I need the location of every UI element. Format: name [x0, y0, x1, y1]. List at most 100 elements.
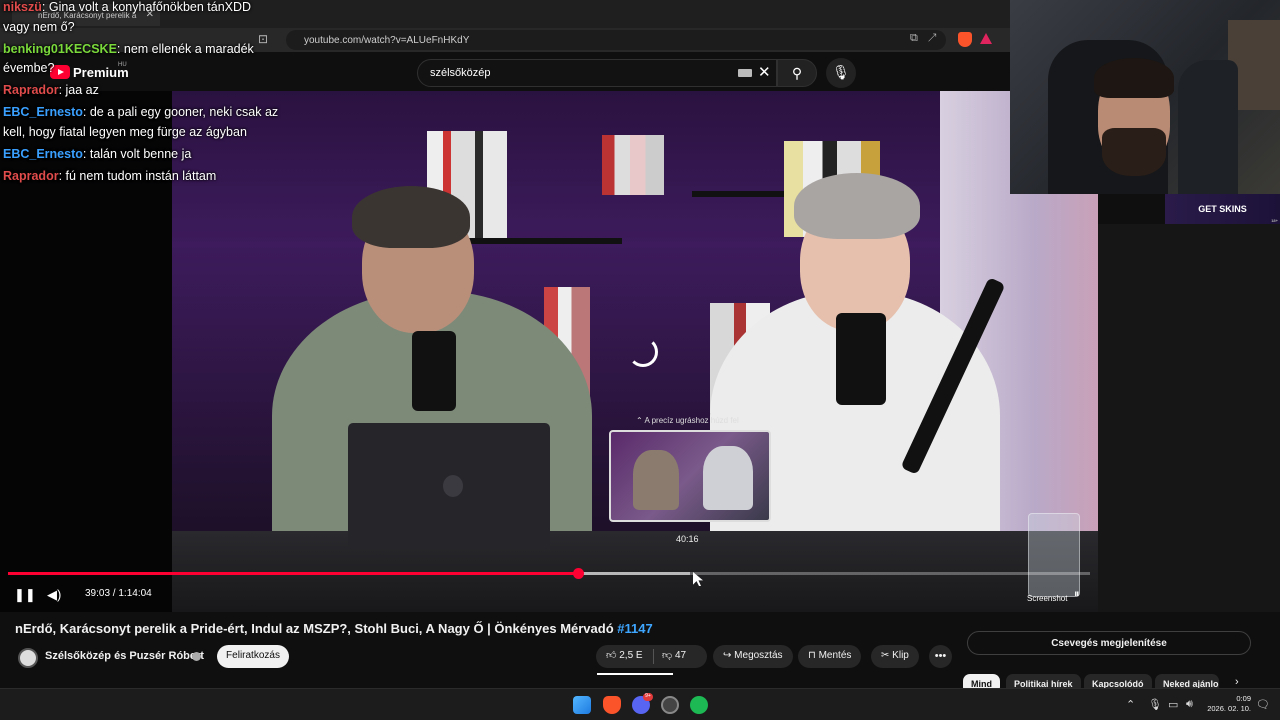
share-icon: ↪ — [723, 650, 732, 661]
get-skins-banner[interactable]: GET SKINS 18+ — [1165, 194, 1280, 224]
address-bar-actions[interactable]: ⧉↗ — [910, 32, 947, 45]
windows-start-icon[interactable] — [573, 696, 591, 714]
app-icon[interactable] — [661, 696, 679, 714]
chat-text: Gina volt a konyhafőnökben tánXDD — [48, 0, 252, 14]
subscribe-button[interactable]: Feliratkozás — [217, 645, 289, 668]
like-dislike-group: 👍︎ 2,5 E 👎︎ 47 — [596, 645, 707, 668]
chat-text: kell, hogy fiatal legyen meg fürge az ág… — [3, 125, 247, 139]
chat-username: benking01KECSKE — [3, 42, 117, 56]
preview-person — [633, 450, 679, 510]
brave-browser-icon[interactable] — [603, 696, 621, 714]
chat-message: EBC_Ernesto: talán volt benne ja — [3, 147, 192, 161]
video-title-text: nErdő, Karácsonyt perelik a Pride-ért, I… — [15, 621, 614, 636]
divider — [653, 649, 654, 664]
spotify-icon[interactable] — [690, 696, 708, 714]
notification-icon[interactable]: 🗨 — [1256, 698, 1270, 711]
dislike-count: 47 — [674, 650, 687, 661]
chat-username: nikszü — [3, 0, 42, 14]
brave-rewards-icon[interactable] — [980, 33, 992, 44]
display-tray-icon[interactable]: ▭ — [1168, 698, 1178, 711]
seek-hint: ⌃ A precíz ugráshoz húzd fel — [636, 416, 739, 425]
dislike-button[interactable]: 👎︎ 47 — [662, 649, 686, 661]
url-text: youtube.com/watch?v=ALUeFnHKdY — [304, 35, 470, 46]
keyboard-icon[interactable] — [738, 69, 752, 77]
chat-message: EBC_Ernesto: de a pali egy gooner, neki … — [3, 105, 279, 119]
video-hashtag[interactable]: #1147 — [617, 621, 652, 636]
microphone-left — [412, 331, 456, 411]
verified-icon — [192, 652, 201, 661]
search-icon: ⚲ — [791, 65, 803, 81]
thumbs-up-icon: 👍︎ — [606, 650, 617, 661]
streamer-beard — [1102, 128, 1166, 176]
scrubber-handle[interactable] — [573, 568, 584, 579]
clip-label: Klip — [892, 650, 909, 661]
clip-button[interactable]: ✂ Klip — [871, 645, 919, 668]
url-field[interactable]: youtube.com/watch?v=ALUeFnHKdY — [286, 30, 946, 50]
microphone-tray-icon[interactable]: 🎙 — [1148, 698, 1162, 711]
search-input[interactable]: szélsőközép — [417, 59, 777, 87]
laptop — [348, 423, 550, 549]
show-chat-button[interactable]: Csevegés megjelenítése — [967, 631, 1251, 655]
age-label: 18+ — [1271, 218, 1278, 223]
streamer-arm — [1178, 60, 1238, 194]
chat-message: kell, hogy fiatal legyen meg fürge az ág… — [3, 121, 303, 143]
voice-search-button[interactable]: 🎙 — [826, 58, 856, 88]
water-glass — [1028, 513, 1080, 597]
share-button[interactable]: ↪ Megosztás — [713, 645, 793, 668]
brave-shield-icon[interactable] — [958, 32, 972, 47]
tray-chevron-icon[interactable]: ⌃ — [1126, 698, 1135, 711]
volume-icon[interactable]: ◀) — [47, 587, 61, 603]
channel-avatar[interactable] — [18, 648, 38, 668]
host-left-hair — [352, 186, 470, 248]
search-value: szélsőközép — [430, 67, 491, 79]
streamer-hair — [1094, 58, 1174, 98]
chat-text: de a pali egy gooner, neki csak az — [89, 105, 279, 119]
save-button[interactable]: ⊓ Mentés — [798, 645, 862, 668]
clock-time: 0:09 — [1236, 694, 1251, 703]
like-count: 2,5 E — [619, 650, 643, 661]
loading-spinner-icon — [628, 337, 658, 367]
chat-username: Raprador — [3, 83, 59, 97]
microphone-icon: 🎙 — [832, 64, 850, 80]
get-skins-label: GET SKINS — [1198, 204, 1247, 214]
chat-text: talán volt benne ja — [89, 147, 192, 161]
chat-text: nem ellenék a maradék — [123, 42, 254, 56]
autoplay-toggle-icon[interactable]: ⏸ — [1074, 588, 1080, 601]
chat-text: vagy nem ő? — [3, 20, 75, 34]
share-label: Megosztás — [734, 650, 783, 661]
clear-search-icon[interactable]: ✕ — [758, 63, 771, 81]
chat-text: fú nem tudom instán láttam — [65, 169, 217, 183]
screen: nErdő, Karácsonyt perelik a ✕ ⊡ youtube.… — [0, 0, 1280, 720]
chat-message: évembe? — [3, 57, 303, 79]
progress-played — [8, 572, 578, 575]
chat-message: vagy nem ő? — [3, 16, 303, 38]
chevron-right-icon[interactable]: › — [1235, 676, 1239, 688]
seek-preview-time: 40:16 — [676, 534, 699, 544]
chat-text: jaa az — [65, 83, 99, 97]
search-button[interactable]: ⚲ — [777, 59, 817, 87]
microphone-right — [836, 313, 886, 405]
chat-username: EBC_Ernesto — [3, 147, 83, 161]
more-dots-icon: ••• — [934, 650, 947, 662]
like-button[interactable]: 👍︎ 2,5 E — [606, 649, 643, 661]
bookmark-save-icon: ⊓ — [808, 650, 816, 661]
discord-badge: 9+ — [643, 693, 653, 701]
chat-text: évembe? — [3, 61, 55, 75]
time-display: 39:03 / 1:14:04 — [85, 588, 152, 599]
books — [602, 135, 664, 195]
streamer-webcam — [1010, 0, 1280, 194]
right-sidebar-area — [1098, 224, 1280, 612]
chat-message: Raprador: jaa az — [3, 83, 99, 97]
host-right-hair — [794, 173, 920, 239]
volume-tray-icon[interactable]: 🔊︎ — [1186, 698, 1193, 711]
preview-person — [703, 446, 753, 510]
more-actions-button[interactable]: ••• — [929, 645, 952, 668]
video-title: nErdő, Karácsonyt perelik a Pride-ért, I… — [15, 621, 653, 636]
pause-icon[interactable]: ❚❚ — [14, 587, 36, 603]
channel-name[interactable]: Szélsőközép és Puzsér Róbert — [45, 650, 204, 662]
chat-username: Raprador — [3, 169, 59, 183]
screenshot-label[interactable]: Screenshot — [1027, 594, 1067, 603]
system-clock[interactable]: 0:09 2026. 02. 10. — [1207, 694, 1251, 714]
thumbs-down-icon: 👎︎ — [662, 650, 673, 661]
save-label: Mentés — [818, 650, 852, 661]
